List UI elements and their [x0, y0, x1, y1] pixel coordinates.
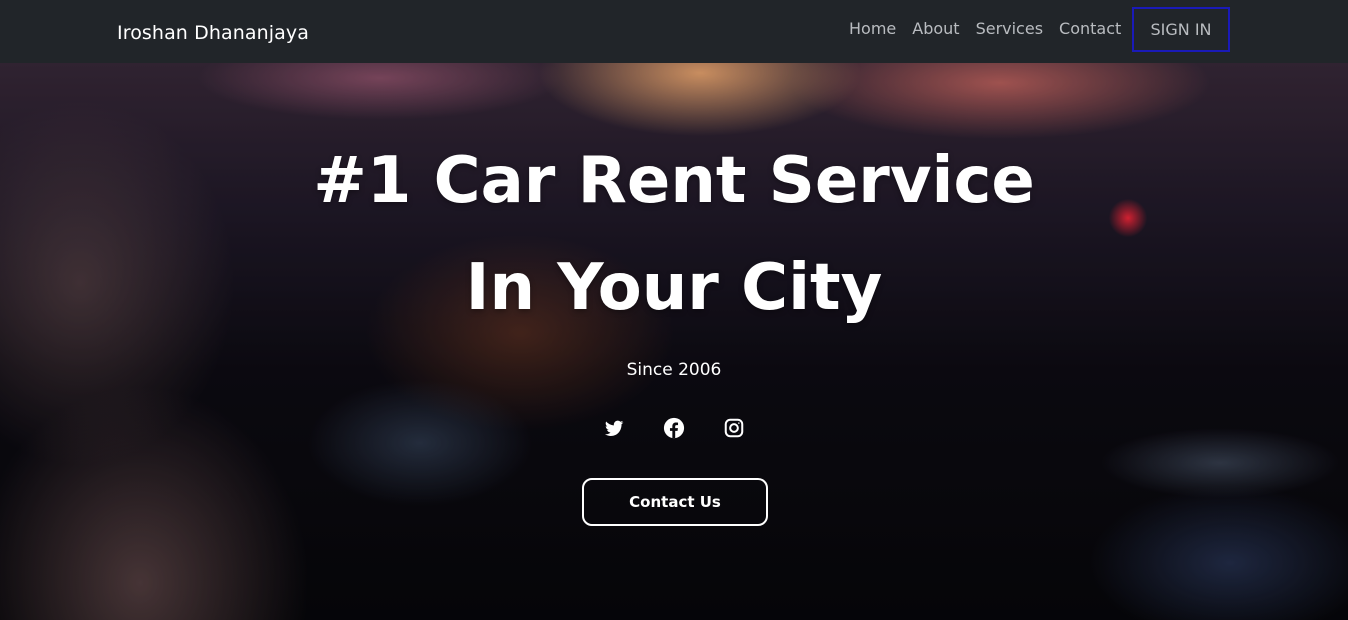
hero-content: #1 Car Rent Service In Your City Since 2… [0, 63, 1348, 620]
top-navbar: Iroshan Dhananjaya Home About Services C… [0, 0, 1348, 63]
social-links [0, 417, 1348, 439]
nav-links: Home About Services Contact [849, 18, 1121, 40]
since-text: Since 2006 [626, 360, 722, 380]
twitter-icon[interactable] [603, 417, 625, 439]
facebook-icon[interactable] [663, 417, 685, 439]
hero-section: #1 Car Rent Service In Your City Since 2… [0, 63, 1348, 620]
contact-us-button[interactable]: Contact Us [582, 478, 768, 526]
instagram-icon[interactable] [723, 417, 745, 439]
nav-link-services[interactable]: Services [976, 18, 1043, 40]
nav-link-contact[interactable]: Contact [1059, 18, 1121, 40]
hero-headline-line2: In Your City [465, 251, 883, 325]
nav-link-home[interactable]: Home [849, 18, 896, 40]
hero-headline-line1: #1 Car Rent Service [313, 144, 1035, 218]
sign-in-button[interactable]: SIGN IN [1132, 7, 1230, 52]
brand-link[interactable]: Iroshan Dhananjaya [117, 20, 309, 46]
nav-link-about[interactable]: About [912, 18, 959, 40]
